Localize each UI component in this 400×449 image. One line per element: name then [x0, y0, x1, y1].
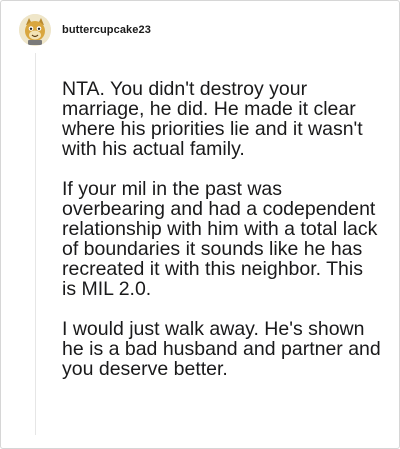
cartoon-avatar-icon [19, 14, 51, 46]
comment-paragraph: If your mil in the past was overbearing … [62, 178, 378, 300]
comment-paragraph: NTA. You didn't destroy your marriage, h… [62, 78, 363, 160]
comment-paragraph: I would just walk away. He's shown he is… [62, 318, 381, 380]
username[interactable]: buttercupcake23 [62, 24, 151, 36]
comment-body: NTA. You didn't destroy your marriage, h… [62, 79, 382, 399]
comment-card: buttercupcake23 NTA. You didn't destroy … [0, 0, 400, 449]
thread-line[interactable] [35, 53, 36, 435]
comment-header: buttercupcake23 [19, 14, 151, 46]
avatar[interactable] [19, 14, 51, 46]
